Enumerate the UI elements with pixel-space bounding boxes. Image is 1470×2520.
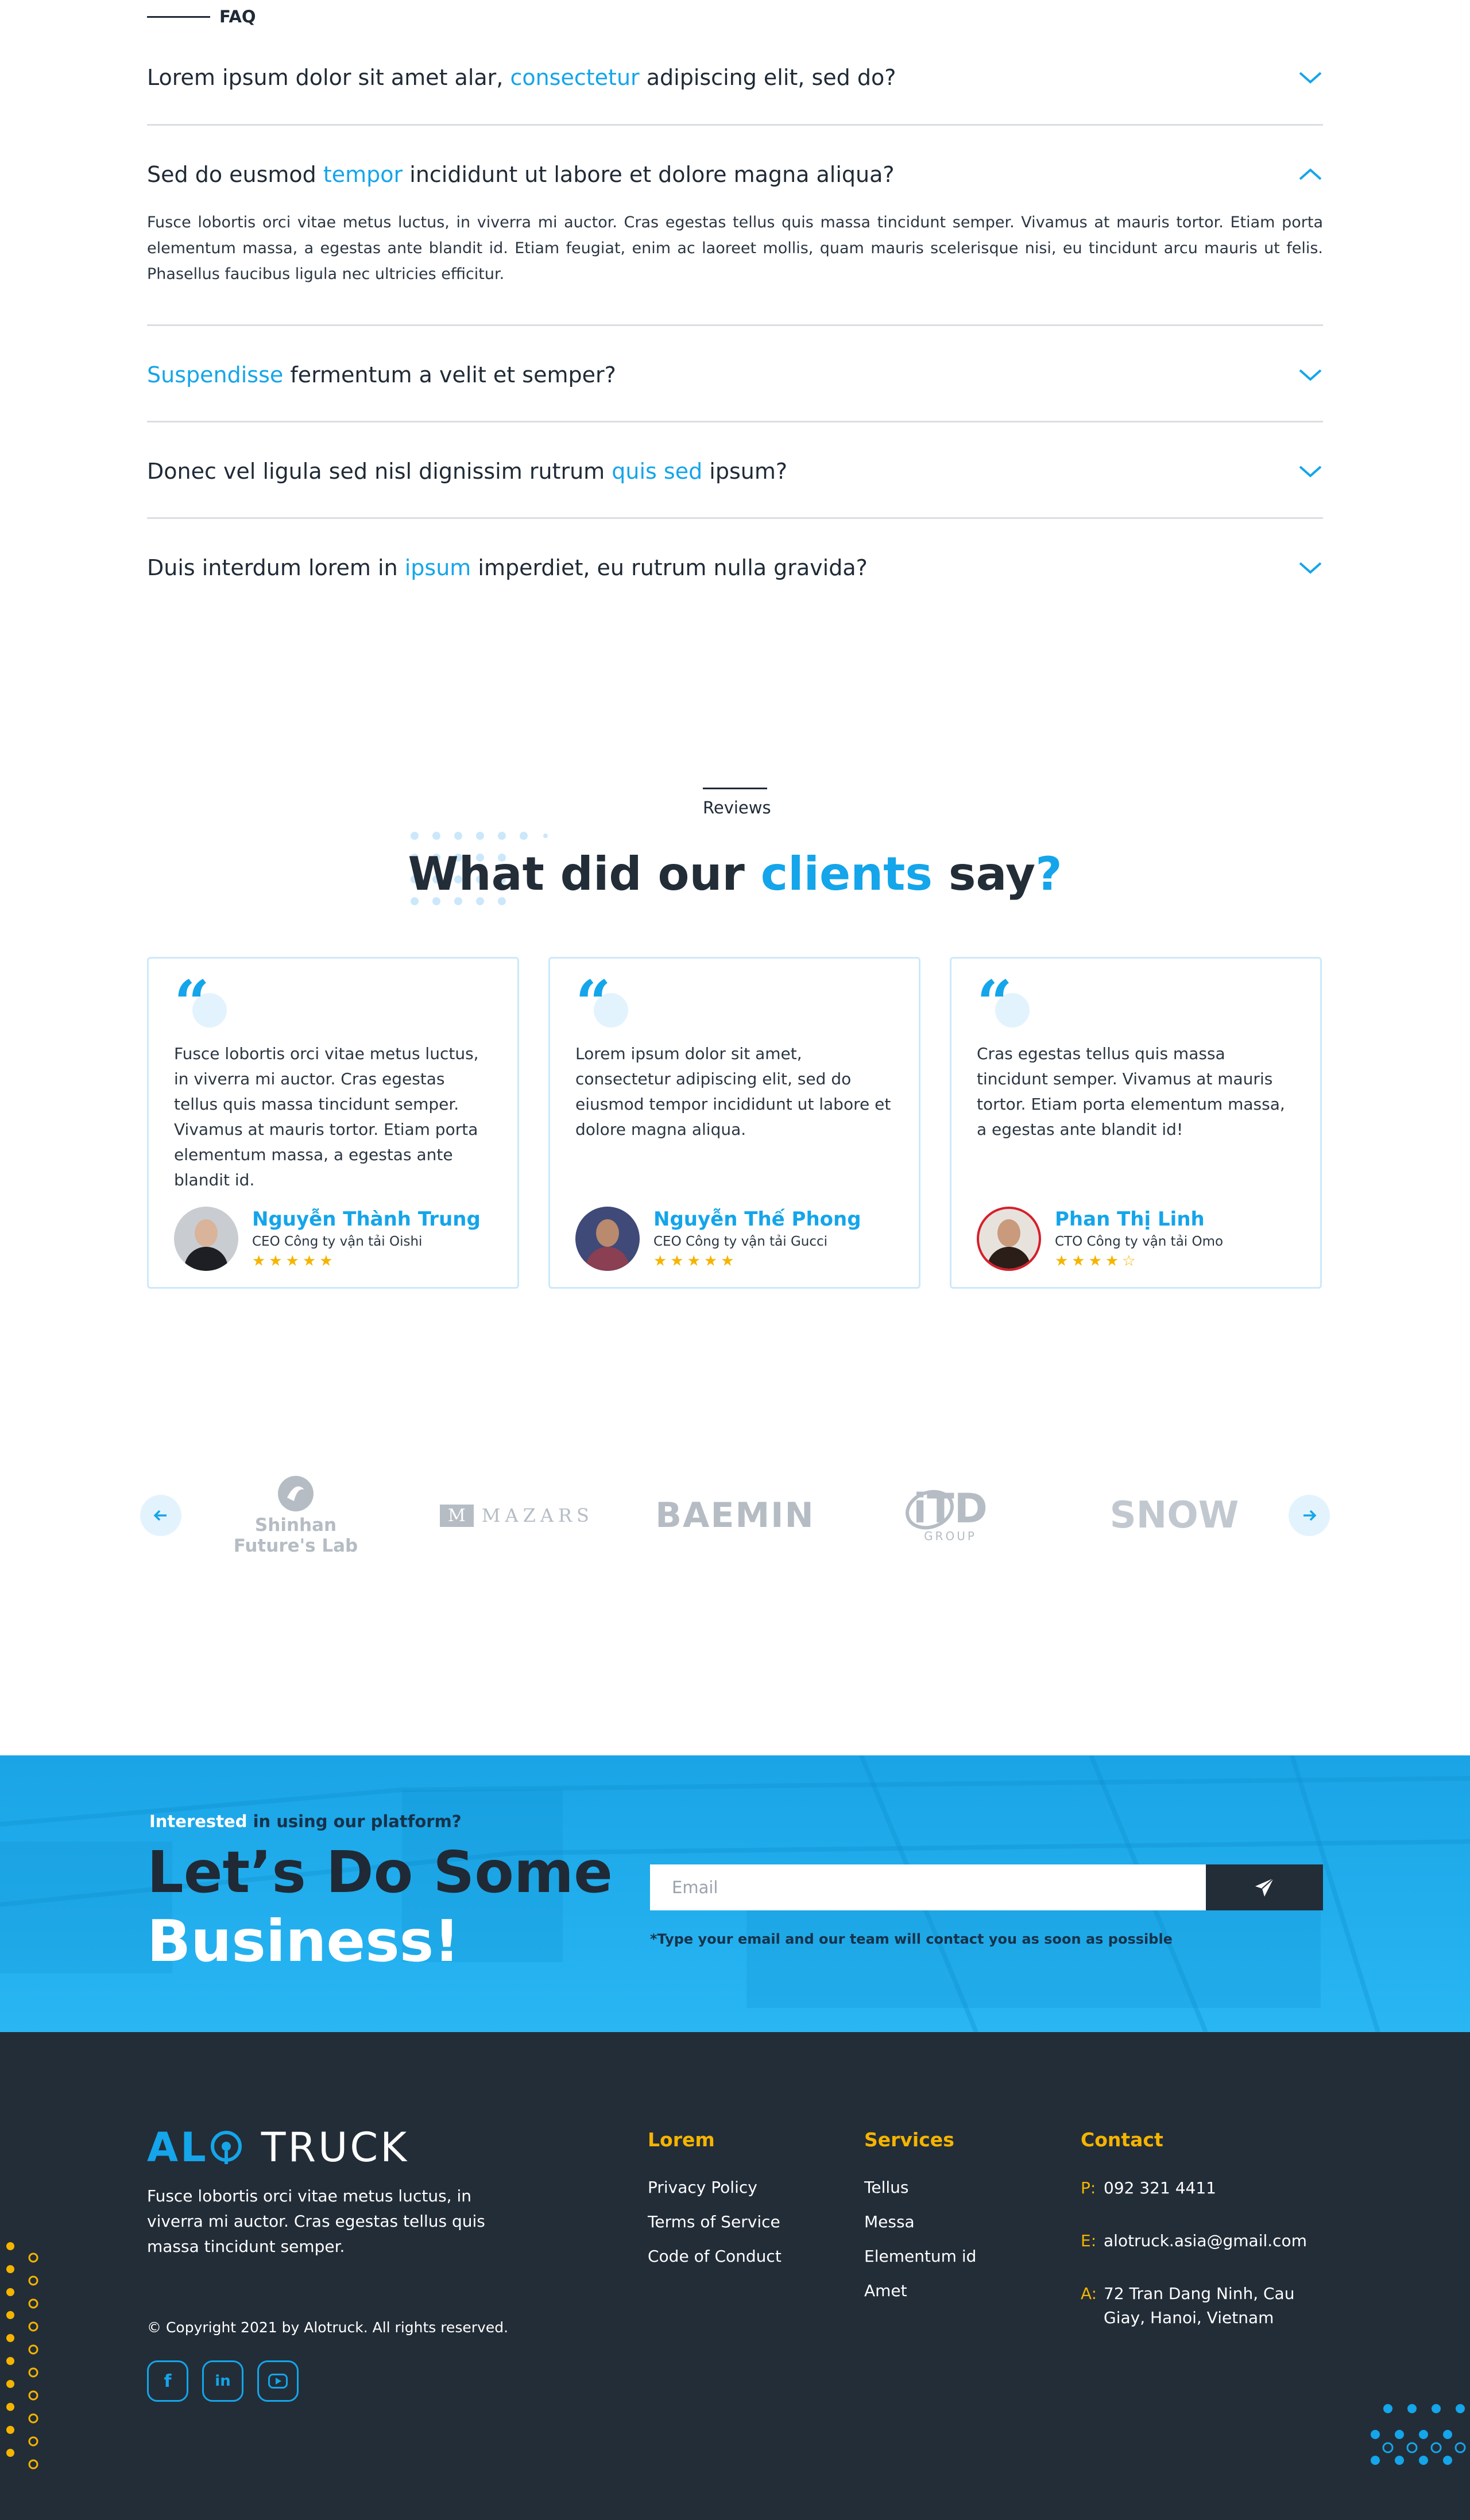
faq-divider — [147, 124, 1323, 126]
faq-divider — [147, 517, 1323, 519]
social-links: f in — [147, 2360, 312, 2402]
partner-logo-itd: iTD GROUP — [890, 1470, 1011, 1561]
star-rating: ★★★★☆ — [1055, 1253, 1139, 1270]
contact-phone[interactable]: P: 092 321 4411 — [1081, 2176, 1328, 2200]
footer-description: Fusce lobortis orci vitae metus luctus, … — [147, 2186, 485, 2256]
footer-link-elementum[interactable]: Elementum id — [864, 2245, 976, 2279]
facebook-icon[interactable]: f — [147, 2360, 188, 2402]
footer-logo[interactable]: AL TRUCK — [147, 2124, 409, 2171]
star-rating: ★★★★★ — [252, 1253, 336, 1270]
faq-question[interactable]: Suspendisse fermentum a velit et semper? — [147, 349, 1323, 401]
cta-eyebrow: Interested in using our platform? — [149, 1812, 462, 1831]
carousel-prev-button[interactable] — [140, 1495, 181, 1536]
chevron-down-icon[interactable] — [1298, 555, 1323, 580]
partner-logo-baemin: BAEMIN — [655, 1495, 815, 1536]
copyright: © Copyright 2021 by Alotruck. All rights… — [147, 2319, 509, 2336]
footer-column-contact: Contact P: 092 321 4411 E: alotruck.asia@g… — [1081, 2129, 1328, 2359]
faq-question-text: Lorem ipsum dolor sit amet alar, consect… — [147, 65, 896, 90]
column-title: Contact — [1081, 2129, 1163, 2151]
youtube-icon[interactable] — [257, 2360, 299, 2402]
email-input[interactable] — [650, 1864, 1206, 1910]
avatar — [575, 1207, 640, 1271]
footer-link-tellus[interactable]: Tellus — [864, 2176, 976, 2211]
reviewer: Phan Thị Linh CTO Công ty vận tải Omo ★★… — [977, 1207, 1295, 1271]
chevron-down-icon[interactable] — [1298, 459, 1323, 484]
footer-column-lorem: Lorem Privacy Policy Terms of Service Co… — [648, 2129, 782, 2279]
arrow-right-icon — [1303, 1510, 1317, 1521]
arrow-left-icon — [153, 1510, 167, 1521]
chevron-down-icon[interactable] — [1298, 65, 1323, 90]
cta-note: *Type your email and our team will conta… — [650, 1931, 1173, 1947]
footer: AL TRUCK Fusce lobortis orci vitae metus… — [0, 2032, 1470, 2520]
reviews-title: What did our clients say? — [408, 847, 1062, 901]
reviewer-name: Nguyễn Thành Trung — [252, 1208, 481, 1231]
partner-logo-snow: SNOW — [1109, 1494, 1239, 1537]
faq-section: FAQ Lorem ipsum dolor sit amet alar, con… — [0, 0, 1470, 660]
chevron-up-icon[interactable] — [1298, 162, 1323, 187]
review-text: Fusce lobortis orci vitae metus luctus, … — [174, 1044, 479, 1189]
footer-link-privacy[interactable]: Privacy Policy — [648, 2176, 782, 2211]
avatar — [977, 1207, 1041, 1271]
review-card: “ Lorem ipsum dolor sit amet, consectetu… — [548, 957, 920, 1289]
reviewer: Nguyễn Thành Trung CEO Công ty vận tải O… — [174, 1207, 492, 1271]
faq-item[interactable]: Suspendisse fermentum a velit et semper? — [147, 349, 1323, 401]
paper-plane-icon — [1255, 1878, 1274, 1897]
dot-pattern-decoration — [6, 2242, 38, 2469]
eyebrow-line — [147, 15, 210, 18]
quote-icon: “ — [977, 972, 1030, 1034]
reviewer: Nguyễn Thế Phong CEO Công ty vận tải Guc… — [575, 1207, 893, 1271]
cta-section: Interested in using our platform? Let’s … — [0, 1755, 1470, 2032]
faq-question-text: Duis interdum lorem in ipsum imperdiet, … — [147, 555, 868, 580]
reviewer-role: CTO Công ty vận tải Omo — [1055, 1234, 1224, 1249]
faq-divider — [147, 421, 1323, 422]
itd-swoosh-icon — [906, 1490, 954, 1530]
reviews-eyebrow: Reviews — [703, 788, 771, 817]
contact-address: A: 72 Tran Dang Ninh, Cau Giay, Hanoi, Vi… — [1081, 2284, 1295, 2327]
column-title: Services — [864, 2129, 954, 2151]
quote-icon: “ — [575, 972, 628, 1034]
faq-item[interactable]: Donec vel ligula sed nisl dignissim rutr… — [147, 445, 1323, 497]
dot-pattern-decoration — [1371, 2404, 1466, 2465]
reviewer-role: CEO Công ty vận tải Gucci — [653, 1234, 828, 1249]
location-pin-icon — [210, 2131, 242, 2164]
footer-link-messa[interactable]: Messa — [864, 2211, 976, 2245]
footer-link-terms[interactable]: Terms of Service — [648, 2211, 782, 2245]
faq-question-text: Sed do eusmod tempor incididunt ut labor… — [147, 162, 895, 187]
review-text: Lorem ipsum dolor sit amet, consectetur … — [575, 1044, 891, 1139]
faq-answer: Fusce lobortis orci vitae metus luctus, … — [147, 214, 1323, 283]
footer-link-amet[interactable]: Amet — [864, 2279, 976, 2314]
review-text: Cras egestas tellus quis massa tincidunt… — [977, 1044, 1285, 1139]
reviewer-name: Nguyễn Thế Phong — [653, 1208, 861, 1231]
faq-divider — [147, 324, 1323, 326]
reviewer-name: Phan Thị Linh — [1055, 1208, 1205, 1231]
faq-question[interactable]: Lorem ipsum dolor sit amet alar, consect… — [147, 52, 1323, 103]
avatar — [174, 1207, 238, 1271]
chevron-down-icon[interactable] — [1298, 362, 1323, 387]
linkedin-icon[interactable]: in — [202, 2360, 243, 2402]
faq-eyebrow: FAQ — [147, 7, 256, 26]
column-title: Lorem — [648, 2129, 715, 2151]
review-card: “ Fusce lobortis orci vitae metus luctus… — [147, 957, 519, 1289]
faq-item[interactable]: Duis interdum lorem in ipsum imperdiet, … — [147, 542, 1323, 594]
send-button[interactable] — [1206, 1864, 1323, 1910]
faq-question[interactable]: Sed do eusmod tempor incididunt ut labor… — [147, 149, 1323, 200]
star-rating: ★★★★★ — [653, 1253, 738, 1270]
partner-logo-mazars: M MAZARS — [436, 1470, 597, 1561]
faq-question[interactable]: Duis interdum lorem in ipsum imperdiet, … — [147, 542, 1323, 594]
faq-question-text: Donec vel ligula sed nisl dignissim rutr… — [147, 459, 788, 484]
faq-question[interactable]: Donec vel ligula sed nisl dignissim rutr… — [147, 445, 1323, 497]
quote-icon: “ — [174, 972, 227, 1034]
faq-item[interactable]: Lorem ipsum dolor sit amet alar, consect… — [147, 52, 1323, 103]
footer-link-conduct[interactable]: Code of Conduct — [648, 2245, 782, 2279]
footer-column-services: Services Tellus Messa Elementum id Amet — [864, 2129, 976, 2314]
faq-question-text: Suspendisse fermentum a velit et semper? — [147, 362, 616, 387]
carousel-next-button[interactable] — [1289, 1495, 1330, 1536]
partner-logo-shinhan: Shinhan Future's Lab — [224, 1470, 368, 1561]
reviewer-role: CEO Công ty vận tải Oishi — [252, 1234, 423, 1249]
faq-item-open[interactable]: Sed do eusmod tempor incididunt ut labor… — [147, 149, 1323, 287]
contact-email[interactable]: E: alotruck.asia@gmail.com — [1081, 2229, 1328, 2253]
cta-title: Let’s Do Some Business! — [147, 1839, 613, 1975]
review-card: “ Cras egestas tellus quis massa tincidu… — [950, 957, 1322, 1289]
shinhan-emblem-icon — [278, 1476, 314, 1511]
